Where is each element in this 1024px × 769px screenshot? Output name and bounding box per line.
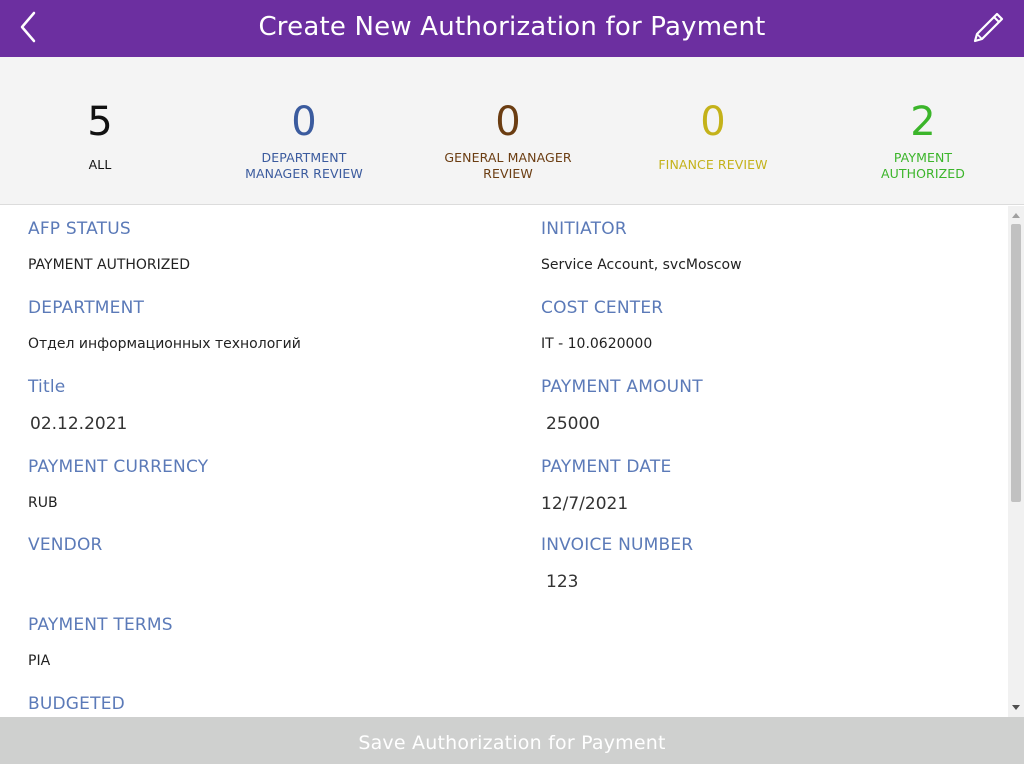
afp-details-form: AFP STATUS PAYMENT AUTHORIZED INITIATOR …	[0, 206, 1008, 717]
edit-button[interactable]	[970, 10, 1006, 46]
stat-count: 0	[495, 99, 521, 145]
payment-currency-label: PAYMENT CURRENCY	[28, 457, 209, 477]
initiator-value: Service Account, svcMoscow	[541, 257, 742, 273]
cost-center-label: COST CENTER	[541, 298, 664, 318]
vertical-scrollbar[interactable]	[1008, 206, 1024, 717]
afp-status-value: PAYMENT AUTHORIZED	[28, 257, 190, 273]
scroll-down-arrow-icon[interactable]	[1008, 701, 1024, 713]
stat-count: 5	[87, 99, 113, 145]
stat-count: 0	[700, 99, 726, 145]
scrollbar-thumb[interactable]	[1011, 224, 1021, 502]
payment-terms-value[interactable]: PIA	[28, 653, 50, 669]
stat-payment-authorized[interactable]: 2 PAYMENT AUTHORIZED	[833, 57, 1013, 205]
stat-department-manager-review[interactable]: 0 DEPARTMENT MANAGER REVIEW	[214, 57, 394, 205]
initiator-label: INITIATOR	[541, 219, 627, 239]
invoice-number-field[interactable]: 123	[546, 572, 578, 592]
stat-label: PAYMENT AUTHORIZED	[880, 150, 966, 181]
stat-all[interactable]: 5 ALL	[10, 57, 190, 205]
page-title: Create New Authorization for Payment	[258, 12, 766, 42]
afp-status-label: AFP STATUS	[28, 219, 131, 239]
stat-count: 0	[291, 99, 317, 145]
vendor-label: VENDOR	[28, 535, 103, 555]
stat-count: 2	[910, 99, 936, 145]
invoice-number-label: INVOICE NUMBER	[541, 535, 694, 555]
payment-currency-value[interactable]: RUB	[28, 495, 58, 511]
stat-label: ALL	[88, 157, 112, 172]
payment-date-label: PAYMENT DATE	[541, 457, 672, 477]
title-label: Title	[28, 377, 66, 397]
stat-label: DEPARTMENT MANAGER REVIEW	[245, 150, 363, 181]
payment-terms-label: PAYMENT TERMS	[28, 615, 173, 635]
budgeted-label: BUDGETED	[28, 694, 125, 714]
scroll-up-arrow-icon[interactable]	[1008, 210, 1024, 222]
pencil-icon	[973, 12, 1004, 43]
stat-finance-review[interactable]: 0 FINANCE REVIEW	[623, 57, 803, 205]
department-value: Отдел информационных технологий	[28, 336, 301, 352]
payment-amount-label: PAYMENT AMOUNT	[541, 377, 703, 397]
title-field[interactable]: 02.12.2021	[30, 414, 127, 434]
stat-label: GENERAL MANAGER REVIEW	[444, 150, 572, 181]
payment-date-field[interactable]: 12/7/2021	[541, 494, 628, 514]
payment-amount-field[interactable]: 25000	[546, 414, 600, 434]
cost-center-value: IT - 10.0620000	[541, 336, 653, 352]
status-summary: 5 ALL 0 DEPARTMENT MANAGER REVIEW 0 GENE…	[0, 57, 1024, 205]
stat-label: FINANCE REVIEW	[658, 157, 768, 172]
app-header: Create New Authorization for Payment	[0, 0, 1024, 57]
stat-general-manager-review[interactable]: 0 GENERAL MANAGER REVIEW	[418, 57, 598, 205]
department-label: DEPARTMENT	[28, 298, 145, 318]
save-authorization-button[interactable]: Save Authorization for Payment	[0, 717, 1024, 764]
